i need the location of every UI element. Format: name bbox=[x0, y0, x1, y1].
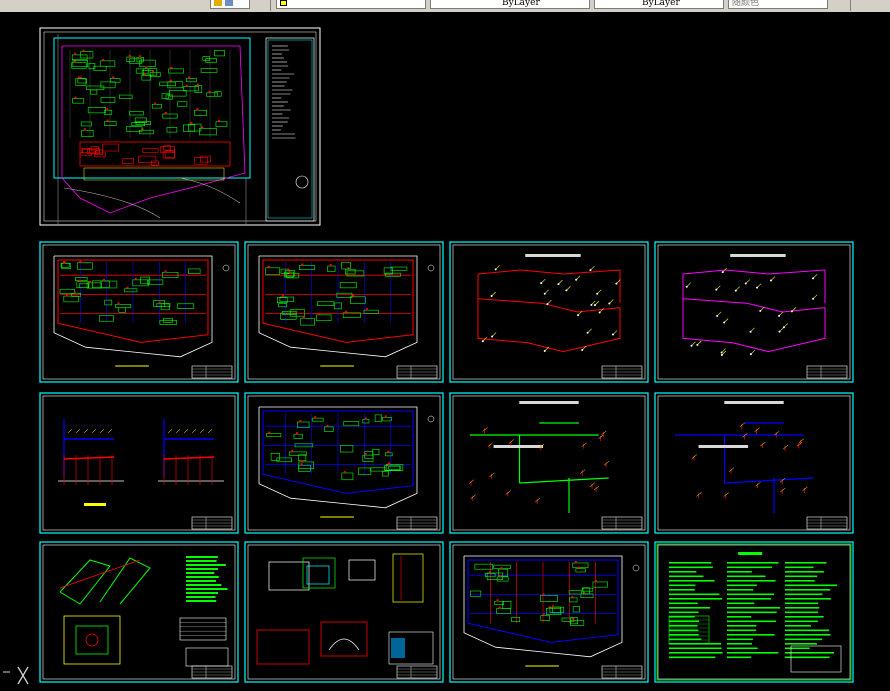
sheet-r3c3[interactable] bbox=[449, 541, 649, 683]
plotstyle-value: 随颜色 bbox=[732, 0, 760, 8]
linetype-dropdown[interactable]: ByLayer bbox=[594, 0, 724, 9]
ucs-icon bbox=[3, 666, 29, 685]
sheet-overview[interactable] bbox=[39, 27, 321, 226]
layer-dropdown[interactable] bbox=[276, 0, 426, 9]
linetype-value: ByLayer bbox=[642, 0, 680, 8]
model-space-canvas[interactable] bbox=[0, 12, 890, 691]
sheet-r3c2[interactable] bbox=[244, 541, 444, 683]
sheet-r1c1[interactable] bbox=[39, 241, 239, 383]
sheet-r1c4[interactable] bbox=[654, 241, 854, 383]
layer-state-icon[interactable] bbox=[214, 0, 222, 6]
sheet-r2c1[interactable] bbox=[39, 392, 239, 534]
layer-color-icon bbox=[280, 0, 287, 6]
layer-prev-icon[interactable] bbox=[224, 0, 233, 6]
sheet-r2c3[interactable] bbox=[449, 392, 649, 534]
sheet-r3c4[interactable] bbox=[654, 541, 854, 683]
drawing-area[interactable] bbox=[0, 12, 890, 691]
layer-tool-buttons[interactable] bbox=[210, 0, 250, 9]
sheet-r2c2[interactable] bbox=[244, 392, 444, 534]
sheet-r1c3[interactable] bbox=[449, 241, 649, 383]
color-dropdown[interactable]: ByLayer bbox=[430, 0, 590, 9]
sheet-r2c4[interactable] bbox=[654, 392, 854, 534]
sheet-r1c2[interactable] bbox=[244, 241, 444, 383]
color-value: ByLayer bbox=[502, 0, 540, 8]
plotstyle-dropdown[interactable]: 随颜色 bbox=[728, 0, 828, 9]
sheet-r3c1[interactable] bbox=[39, 541, 239, 683]
